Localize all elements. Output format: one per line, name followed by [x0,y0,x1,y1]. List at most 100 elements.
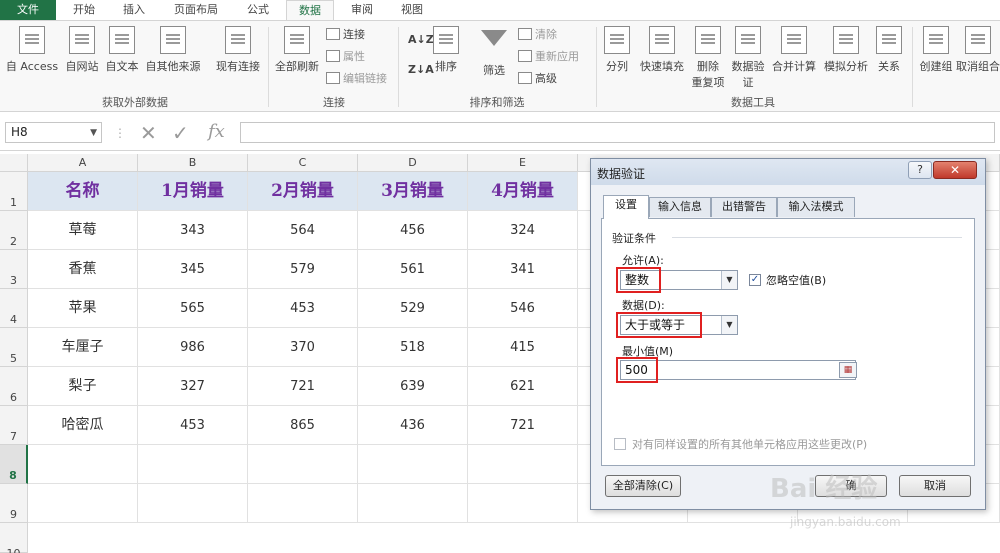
empty-cell[interactable] [138,484,248,523]
row-header-7[interactable]: 7 [0,406,28,445]
column-header-a[interactable]: A [28,154,138,172]
sales-value-cell[interactable]: 721 [468,406,578,445]
row-header-9[interactable]: 9 [0,484,28,523]
header-cell[interactable]: 3月销量 [358,172,468,211]
edit-links-button[interactable]: 编辑链接 [326,70,387,88]
properties-button[interactable]: 属性 [326,48,365,66]
row-header-3[interactable]: 3 [0,250,28,289]
insert-function-button[interactable]: fx [208,121,225,142]
empty-cell[interactable] [28,445,138,484]
column-header-c[interactable]: C [248,154,358,172]
empty-cell[interactable] [248,445,358,484]
advanced-filter-button[interactable]: 高级 [518,70,557,88]
tab-file[interactable]: 文件 [0,0,56,20]
connections-button[interactable]: 连接 [326,26,365,44]
row-header-10[interactable]: 10 [0,523,28,553]
sales-value-cell[interactable]: 564 [248,211,358,250]
column-header-b[interactable]: B [138,154,248,172]
existing-connections-button[interactable]: 现有连接 [210,26,266,74]
sales-value-cell[interactable]: 561 [358,250,468,289]
tab-data[interactable]: 数据 [286,0,334,21]
text-to-columns-button[interactable]: 分列 [600,26,634,74]
consolidate-button[interactable]: 合并计算 [768,26,820,74]
tab-input-message[interactable]: 输入信息 [649,197,711,217]
tab-error-alert[interactable]: 出错警告 [711,197,777,217]
sales-value-cell[interactable]: 370 [248,328,358,367]
sales-value-cell[interactable]: 621 [468,367,578,406]
header-cell[interactable]: 名称 [28,172,138,211]
sales-value-cell[interactable]: 324 [468,211,578,250]
cancel-entry-icon[interactable]: ✕ [140,121,157,145]
empty-cell[interactable] [358,445,468,484]
sales-value-cell[interactable]: 986 [138,328,248,367]
confirm-entry-icon[interactable]: ✓ [172,121,189,145]
row-header-6[interactable]: 6 [0,367,28,406]
group-button[interactable]: 创建组 [916,26,956,74]
select-all-corner[interactable] [0,154,28,172]
sales-value-cell[interactable]: 453 [138,406,248,445]
fruit-name-cell[interactable]: 香蕉 [28,250,138,289]
from-web-button[interactable]: 自网站 [62,26,102,74]
sales-value-cell[interactable]: 345 [138,250,248,289]
tab-insert[interactable]: 插入 [112,0,156,20]
cancel-button[interactable]: 取消 [899,475,971,497]
remove-duplicates-button[interactable]: 删除 重复项 [688,26,728,90]
sales-value-cell[interactable]: 453 [248,289,358,328]
row-header-8[interactable]: 8 [0,445,28,484]
sales-value-cell[interactable]: 327 [138,367,248,406]
what-if-analysis-button[interactable]: 模拟分析 [820,26,872,74]
empty-cell[interactable] [138,445,248,484]
help-button[interactable]: ? [908,161,932,179]
fruit-name-cell[interactable]: 梨子 [28,367,138,406]
empty-cell[interactable] [468,445,578,484]
tab-view[interactable]: 视图 [390,0,434,20]
tab-ime-mode[interactable]: 输入法模式 [777,197,855,217]
sales-value-cell[interactable]: 865 [248,406,358,445]
relationships-button[interactable]: 关系 [872,26,906,74]
reapply-button[interactable]: 重新应用 [518,48,579,66]
sort-button[interactable]: 排序 [428,26,464,74]
sales-value-cell[interactable]: 518 [358,328,468,367]
from-text-button[interactable]: 自文本 [102,26,142,74]
sales-value-cell[interactable]: 341 [468,250,578,289]
from-other-sources-button[interactable]: 自其他来源 [142,26,204,74]
name-box[interactable]: H8 ▼ [5,122,102,143]
column-header-e[interactable]: E [468,154,578,172]
fruit-name-cell[interactable]: 车厘子 [28,328,138,367]
tab-home[interactable]: 开始 [62,0,106,20]
fruit-name-cell[interactable]: 草莓 [28,211,138,250]
close-button[interactable]: ✕ [933,161,977,179]
from-access-button[interactable]: 自 Access [2,26,62,74]
sales-value-cell[interactable]: 343 [138,211,248,250]
filter-button[interactable]: 筛选 [474,26,514,78]
data-validation-button[interactable]: 数据验 证 [728,26,768,90]
fruit-name-cell[interactable]: 哈密瓜 [28,406,138,445]
row-header-5[interactable]: 5 [0,328,28,367]
tab-settings[interactable]: 设置 [603,195,649,219]
apply-all-checkbox[interactable] [614,438,626,450]
sales-value-cell[interactable]: 436 [358,406,468,445]
header-cell[interactable]: 4月销量 [468,172,578,211]
sales-value-cell[interactable]: 721 [248,367,358,406]
tab-review[interactable]: 审阅 [340,0,384,20]
row-header-4[interactable]: 4 [0,289,28,328]
row-header-2[interactable]: 2 [0,211,28,250]
column-header-d[interactable]: D [358,154,468,172]
refresh-all-button[interactable]: 全部刷新 [272,26,322,74]
sales-value-cell[interactable]: 546 [468,289,578,328]
sales-value-cell[interactable]: 456 [358,211,468,250]
empty-cell[interactable] [28,484,138,523]
clear-all-button[interactable]: 全部清除(C) [605,475,681,497]
sales-value-cell[interactable]: 415 [468,328,578,367]
formula-input[interactable] [240,122,995,143]
range-picker-icon[interactable]: ▦ [839,362,857,378]
chevron-down-icon[interactable]: ▼ [90,124,97,143]
empty-cell[interactable] [248,484,358,523]
chevron-down-icon[interactable]: ▼ [721,316,737,334]
sales-value-cell[interactable]: 565 [138,289,248,328]
ungroup-button[interactable]: 取消组合 [956,26,1000,74]
sales-value-cell[interactable]: 639 [358,367,468,406]
row-header-1[interactable]: 1 [0,172,28,211]
ignore-blank-checkbox[interactable]: ✓ [749,274,761,286]
tab-page-layout[interactable]: 页面布局 [164,0,228,20]
